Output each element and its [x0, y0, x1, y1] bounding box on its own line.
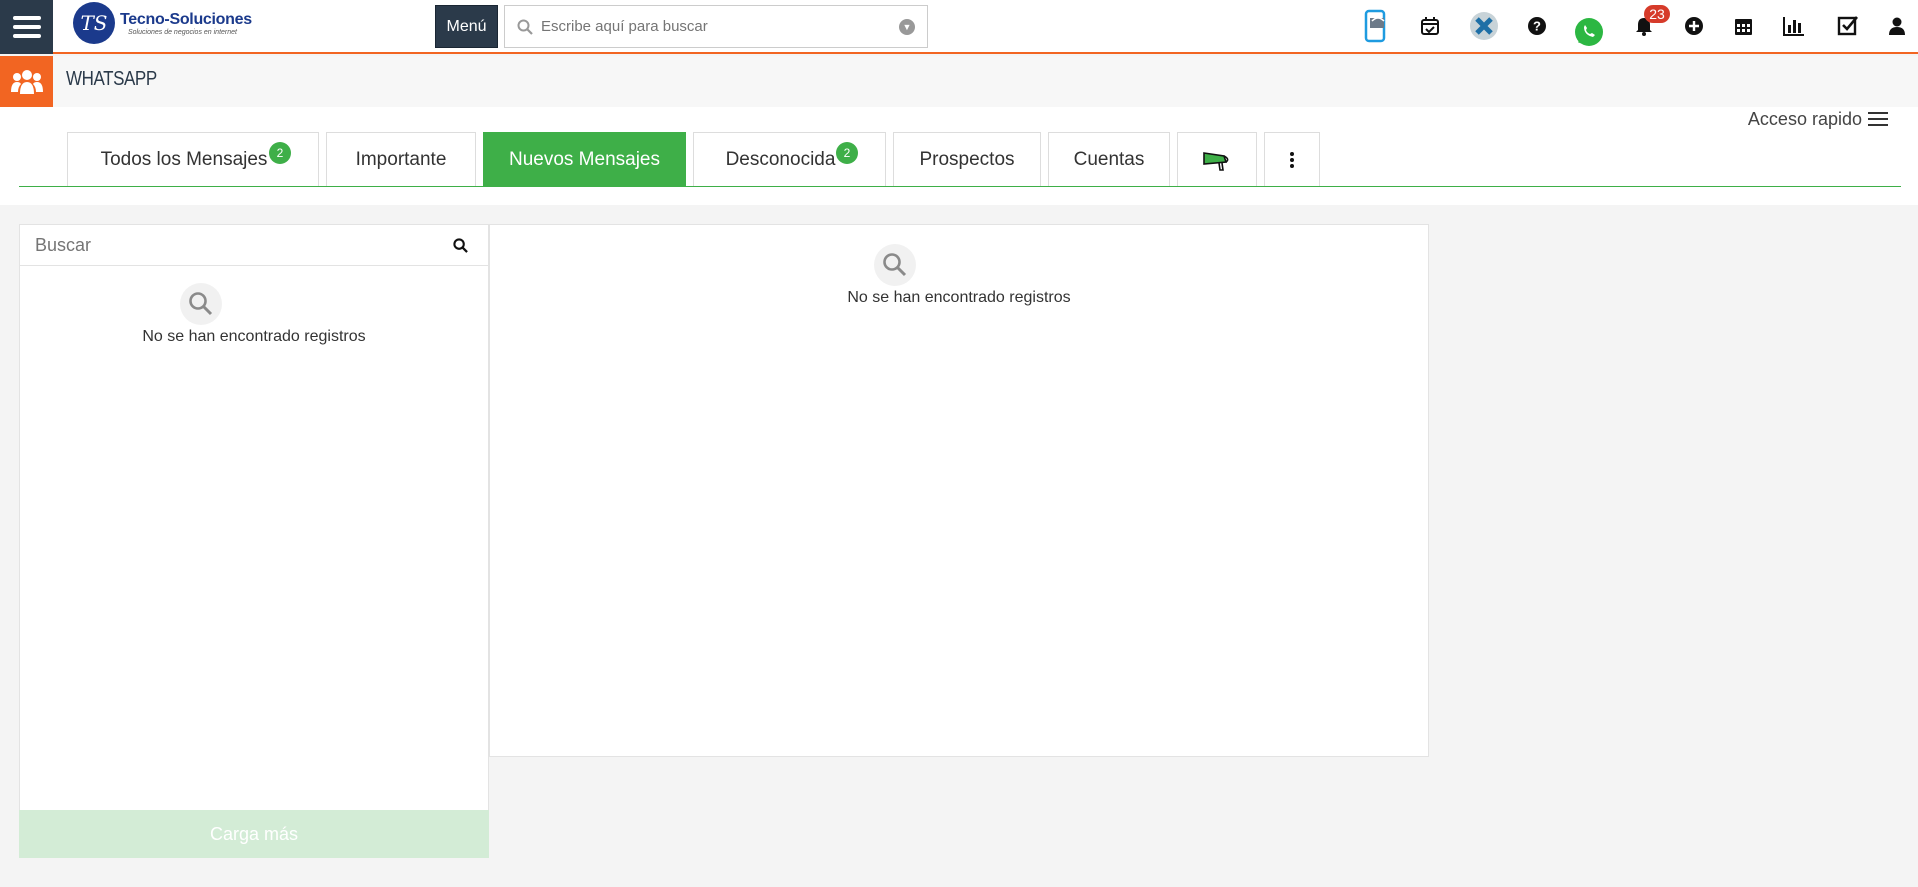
notification-count-badge: 23 — [1644, 5, 1670, 23]
logo-title: Tecno-Soluciones — [120, 10, 252, 28]
top-bar: TS Tecno-Soluciones Soluciones de negoci… — [0, 0, 1918, 54]
global-search-box: ▼ — [504, 5, 928, 48]
page-title: WHATSAPP — [66, 68, 157, 90]
tab-label: Prospectos — [919, 148, 1015, 170]
megaphone-icon — [1203, 151, 1229, 171]
magnifier-icon — [874, 244, 916, 286]
conversation-search-box — [20, 225, 488, 266]
tab-campaigns[interactable] — [1177, 132, 1257, 186]
calendar-icon[interactable] — [1732, 0, 1754, 52]
empty-state: No se han encontrado registros — [490, 244, 1428, 307]
tab-cuentas[interactable]: Cuentas — [1048, 132, 1170, 186]
help-icon[interactable]: ? — [1525, 0, 1549, 52]
page-header: WHATSAPP — [0, 56, 1918, 107]
conversation-detail-panel: No se han encontrado registros — [489, 224, 1429, 757]
menu-button[interactable]: Menú — [435, 5, 498, 48]
global-search-input[interactable] — [541, 18, 899, 35]
conversation-list-panel: No se han encontrado registros — [19, 224, 489, 858]
tab-label: Todos los Mensajes — [100, 148, 268, 170]
calendar-check-icon[interactable] — [1418, 0, 1442, 52]
tab-count-badge: 2 — [836, 142, 858, 164]
tab-label: Desconocida — [725, 148, 836, 170]
logo-subtitle: Soluciones de negocios en internet — [128, 28, 237, 36]
list-menu-icon — [1868, 112, 1888, 126]
hamburger-menu-icon[interactable] — [0, 0, 53, 54]
empty-state-text: No se han encontrado registros — [142, 328, 366, 345]
tab-desconocida[interactable]: Desconocida 2 — [693, 132, 886, 186]
magnifier-icon — [180, 283, 222, 325]
company-logo[interactable]: TS Tecno-Soluciones Soluciones de negoci… — [73, 2, 252, 44]
bell-icon[interactable]: 23 — [1632, 0, 1670, 52]
x-app-icon[interactable] — [1468, 0, 1500, 52]
search-icon — [517, 19, 533, 35]
svg-text:?: ? — [1533, 19, 1541, 34]
empty-state-text: No se han encontrado registros — [847, 289, 1071, 306]
tab-count-badge: 2 — [269, 142, 291, 164]
logo-mark-icon: TS — [73, 2, 115, 44]
tab-bar: Todos los Mensajes 2 Importante Nuevos M… — [67, 132, 1327, 192]
bar-chart-icon[interactable] — [1782, 0, 1806, 52]
whatsapp-icon[interactable] — [1573, 6, 1605, 58]
tab-label: Importante — [355, 148, 447, 170]
users-group-icon — [0, 56, 53, 107]
quick-access-button[interactable]: Acceso rapido — [1748, 107, 1888, 131]
tab-prospectos[interactable]: Prospectos — [893, 132, 1041, 186]
quick-access-label: Acceso rapido — [1747, 108, 1862, 129]
plus-circle-icon[interactable] — [1683, 0, 1705, 52]
vertical-dots-icon — [1290, 151, 1294, 168]
tab-importante[interactable]: Importante — [326, 132, 476, 186]
load-more-button[interactable]: Carga más — [19, 810, 489, 858]
tab-todos-los-mensajes[interactable]: Todos los Mensajes 2 — [67, 132, 319, 186]
chevron-down-icon[interactable]: ▼ — [899, 18, 915, 35]
mobile-icon[interactable] — [1362, 0, 1392, 52]
tab-label: Cuentas — [1073, 148, 1145, 170]
tabs-area: Acceso rapido Todos los Mensajes 2 Impor… — [0, 107, 1918, 205]
conversation-search-input[interactable] — [35, 234, 453, 256]
checkbox-icon[interactable] — [1836, 0, 1860, 52]
tab-more-options[interactable] — [1264, 132, 1320, 186]
empty-state: No se han encontrado registros — [20, 283, 488, 346]
tab-label: Nuevos Mensajes — [508, 148, 661, 170]
user-icon[interactable] — [1886, 0, 1908, 52]
tabs-underline — [19, 186, 1901, 187]
search-icon[interactable] — [453, 237, 468, 253]
tab-nuevos-mensajes[interactable]: Nuevos Mensajes — [483, 132, 686, 186]
